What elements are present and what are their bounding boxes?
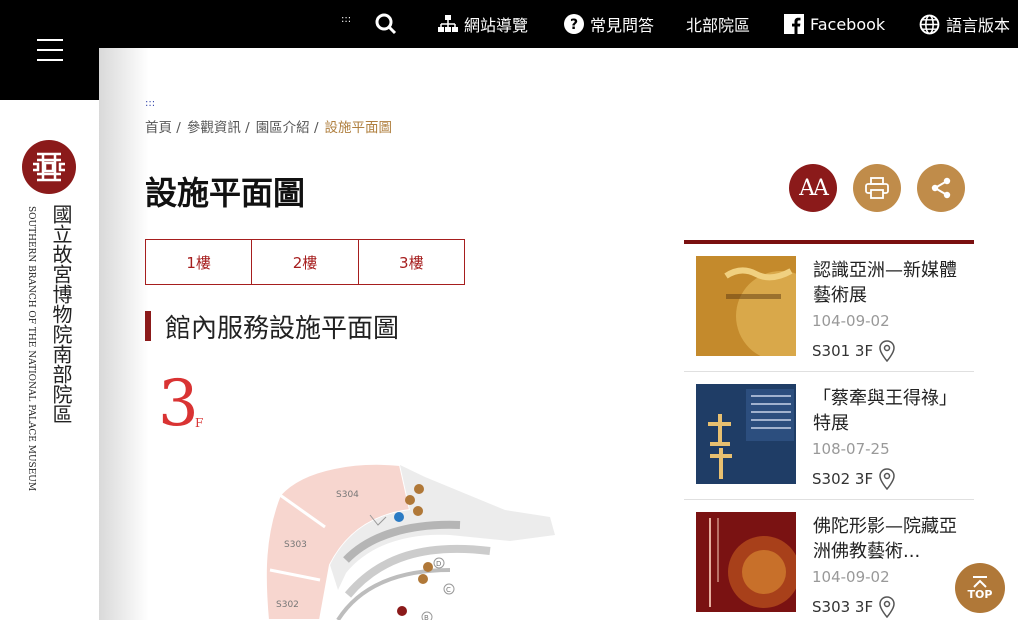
exhibition-location-text: S302 3F [812,470,874,488]
svg-text:?: ? [570,17,578,33]
question-icon: ? [564,14,584,34]
logo-name-english: SOUTHERN BRANCH OF THE NATIONAL PALACE M… [26,206,36,492]
tab-floor-2[interactable]: 2樓 [252,240,359,284]
sitemap-icon [438,15,458,32]
accesskey-marker[interactable]: ::: [341,14,351,25]
nav-faq[interactable]: ? 常見問答 [564,0,654,48]
floor-number: 3 [158,367,199,441]
panel-shadow [99,48,149,620]
exhibition-date: 104-09-02 [812,312,890,330]
map-pin-icon [879,468,895,490]
breadcrumb-home[interactable]: 首頁 / [145,116,181,136]
map-label-c: C [446,586,451,594]
breadcrumb-visit-info[interactable]: 參觀資訊 / [187,116,250,136]
hamburger-menu-icon[interactable] [37,39,63,61]
floor-tabs: 1樓 2樓 3樓 [145,239,465,285]
floor-map[interactable]: S304 S303 S302 D C B [250,455,570,620]
exhibition-date: 104-09-02 [812,568,890,586]
exhibition-location: S301 3F [812,340,895,362]
font-size-label: AA [799,175,829,201]
nav-sitemap[interactable]: 網站導覽 [438,0,528,48]
share-icon [931,177,951,199]
exhibition-thumbnail[interactable] [696,384,796,484]
breadcrumb: 首頁 / 參觀資訊 / 園區介紹 / 設施平面圖 [145,116,392,136]
section-heading: 館內服務設施平面圖 [145,311,399,344]
map-info-icon [413,506,423,516]
content-accesskey[interactable]: ::: [145,98,155,109]
back-to-top-label: TOP [967,587,993,601]
share-button[interactable] [917,164,965,212]
print-button[interactable] [853,164,901,212]
search-icon[interactable] [374,12,398,36]
nav-facebook-label: Facebook [810,14,886,34]
map-elevator-icon [423,562,433,572]
floor-suffix: F [195,416,204,430]
map-pin-icon [879,340,895,362]
page: ::: 網站導覽 ? 常見問答 北部院區 Facebook 語言版本 國立故宮博… [0,0,1018,620]
nav-language[interactable]: 語言版本 [919,0,1010,48]
nav-north-branch-label: 北部院區 [686,16,751,35]
map-label-s302: S302 [276,600,299,610]
exhibition-location-text: S303 3F [812,598,874,616]
menu-box [0,0,99,100]
exhibition-location: S303 3F [812,596,895,618]
back-to-top-button[interactable]: TOP [955,563,1005,613]
museum-logo-icon[interactable] [22,140,76,194]
nav-faq-label: 常見問答 [590,16,655,35]
map-stair-icon [405,495,415,505]
exhibition-thumbnail[interactable] [696,512,796,612]
exhibition-item[interactable]: 認識亞洲—新媒體藝術展 104-09-02 S301 3F [684,244,974,372]
section-heading-text: 館內服務設施平面圖 [165,313,400,344]
top-bar: ::: 網站導覽 ? 常見問答 北部院區 Facebook 語言版本 [0,0,1018,48]
nav-language-label: 語言版本 [946,16,1011,35]
breadcrumb-current: 設施平面圖 [324,120,393,136]
exhibition-location-text: S301 3F [812,342,874,360]
map-label-b: B [424,614,429,620]
exhibition-item[interactable]: 「蔡牽與王得祿」特展 108-07-25 S302 3F [684,372,974,500]
exhibition-title[interactable]: 「蔡牽與王得祿」特展 [813,386,963,436]
map-restroom-icon [414,484,424,494]
font-size-button[interactable]: AA [789,164,837,212]
globe-icon [919,14,940,34]
map-accessible-icon [394,512,404,522]
logo-name-chinese: 國立故宮博物院南部院區 [49,204,73,424]
page-title: 設施平面圖 [145,174,306,212]
section-heading-bar [145,311,151,341]
exhibition-list: 認識亞洲—新媒體藝術展 104-09-02 S301 3F 「蔡牽與王得祿」特展… [684,240,974,620]
nav-north-branch[interactable]: 北部院區 [686,0,750,48]
exhibition-title[interactable]: 佛陀形影—院藏亞洲佛教藝術... [813,514,963,564]
facebook-icon [784,14,804,34]
tab-floor-1[interactable]: 1樓 [146,240,253,284]
exhibition-title[interactable]: 認識亞洲—新媒體藝術展 [813,258,963,308]
tab-floor-3[interactable]: 3樓 [359,240,464,284]
map-label-d: D [436,560,441,568]
exhibition-location: S302 3F [812,468,895,490]
printer-icon [865,177,889,199]
map-pin-icon [879,596,895,618]
map-label-s304: S304 [336,490,359,500]
map-label-s303: S303 [284,540,307,550]
exhibition-thumbnail[interactable] [696,256,796,356]
exhibition-item[interactable]: 佛陀形影—院藏亞洲佛教藝術... 104-09-02 S303 3F [684,500,974,620]
nav-facebook[interactable]: Facebook [784,0,885,48]
chevron-up-icon [973,575,987,588]
nav-sitemap-label: 網站導覽 [464,16,529,35]
map-ticket-icon [418,574,428,584]
breadcrumb-park-intro[interactable]: 園區介紹 / [256,116,319,136]
map-exit-icon [397,606,407,616]
exhibition-date: 108-07-25 [812,440,890,458]
